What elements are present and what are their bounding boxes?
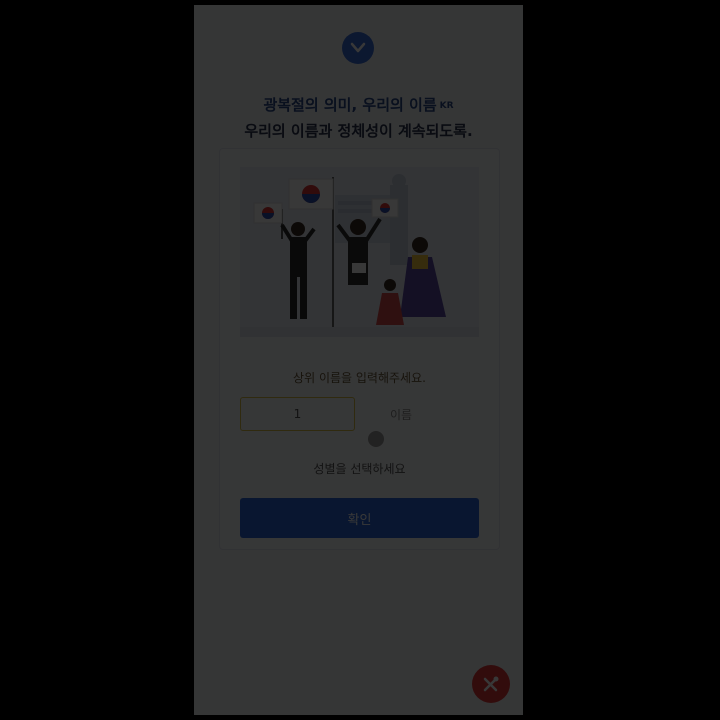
app-frame: 광복절의 의미, 우리의 이름 KR 우리의 이름과 정체성이 계속되도록. 상… (194, 5, 523, 715)
tools-fab-button[interactable] (472, 665, 510, 703)
name-input[interactable] (240, 397, 355, 431)
chevron-down-icon (350, 42, 366, 53)
gender-label: 성별을 선택하세요 (313, 462, 406, 476)
name-placeholder-label: 이름 (390, 408, 413, 422)
headline-primary-text: 광복절의 의미, 우리의 이름 (263, 96, 437, 114)
gender-radio[interactable] (368, 431, 384, 447)
headline-sup: KR (439, 100, 454, 111)
headline-primary: 광복절의 의미, 우리의 이름 KR (194, 94, 523, 115)
headline-secondary: 우리의 이름과 정체성이 계속되도록. (244, 122, 473, 140)
form-card: 상위 이름을 입력해주세요. 이름 성별을 선택하세요 확인 (219, 148, 500, 550)
independence-celebration-illustration (240, 167, 479, 337)
tools-icon (483, 676, 499, 692)
name-prompt: 상위 이름을 입력해주세요. (293, 371, 426, 385)
logo (342, 32, 374, 64)
confirm-button[interactable]: 확인 (240, 498, 479, 538)
